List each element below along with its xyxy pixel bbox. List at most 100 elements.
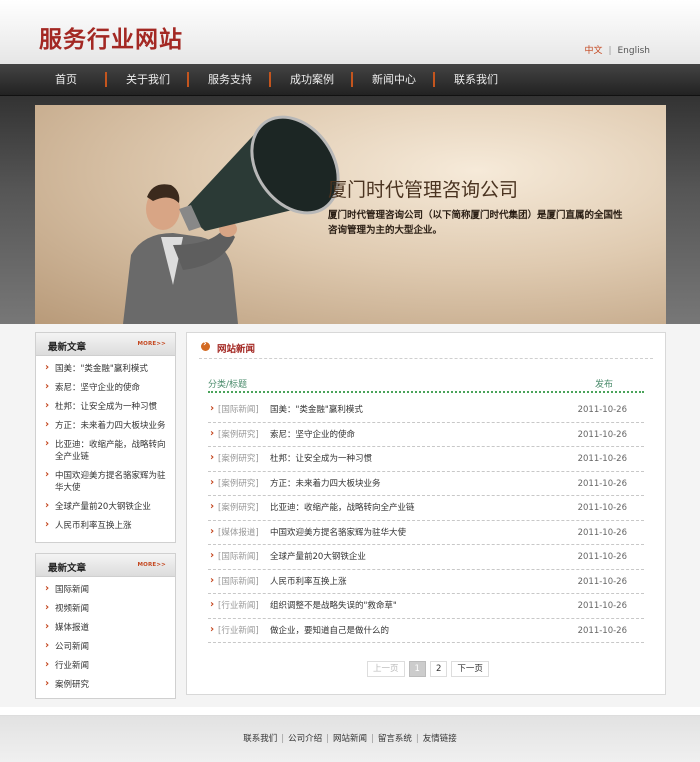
- row-category[interactable]: [案例研究]: [218, 447, 259, 471]
- news-table-header: 分类/标题 发布: [208, 377, 644, 393]
- banner-description: 厦门时代管理咨询公司（以下简称厦门时代集团）是厦门直属的全国性咨询管理为主的大型…: [328, 210, 623, 236]
- footer-separator: |: [281, 734, 285, 744]
- list-item[interactable]: 杜邦：让安全成为一种习惯: [44, 400, 169, 413]
- list-item[interactable]: 人民币利率互换上涨: [44, 519, 169, 532]
- banner-title: 厦门时代管理咨询公司: [328, 179, 519, 201]
- row-date: 2011-10-26: [577, 478, 627, 489]
- row-date: 2011-10-26: [577, 429, 627, 440]
- row-category[interactable]: [行业新闻]: [218, 594, 259, 618]
- main-nav: 首页 关于我们 服务支持 成功案例 新闻中心 联系我们: [0, 64, 700, 96]
- row-title-link[interactable]: 组织调整不是战略失误的"救命草": [270, 594, 397, 618]
- footer-link-news[interactable]: 网站新闻: [333, 734, 367, 744]
- row-category[interactable]: [国际新闻]: [218, 545, 259, 569]
- row-title-link[interactable]: 中国欢迎美方提名骆家辉为驻华大使: [270, 521, 406, 545]
- sidebar-header: 最新文章 MORE>>: [36, 554, 175, 577]
- chevron-right-icon: ›: [210, 574, 215, 586]
- row-category[interactable]: [行业新闻]: [218, 619, 259, 643]
- nav-item-about[interactable]: 关于我们: [107, 64, 189, 96]
- row-title-link[interactable]: 杜邦：让安全成为一种习惯: [270, 447, 372, 471]
- row-category[interactable]: [案例研究]: [218, 472, 259, 496]
- banner-area: 厦门时代管理咨询公司 厦门时代管理咨询公司（以下简称厦门时代集团）是厦门直属的全…: [0, 96, 700, 324]
- footer-links: 联系我们 | 公司介绍 | 网站新闻 | 留言系统 | 友情链接: [0, 732, 700, 744]
- row-category[interactable]: [案例研究]: [218, 496, 259, 520]
- prev-page-button[interactable]: 上一页: [367, 661, 405, 677]
- pagination: 上一页 1 2 下一页: [367, 661, 489, 677]
- column-header-date: 发布: [594, 380, 613, 390]
- row-category[interactable]: [国际新闻]: [218, 570, 259, 594]
- table-row: › [案例研究] 杜邦：让安全成为一种习惯 2011-10-26: [208, 447, 644, 472]
- nav-item-home[interactable]: 首页: [36, 64, 107, 96]
- row-date: 2011-10-26: [577, 552, 627, 562]
- sidebar-list: 国际新闻 视频新闻 媒体报道 公司新闻 行业新闻 案例研究: [36, 577, 175, 702]
- row-category[interactable]: [案例研究]: [218, 423, 259, 447]
- list-item[interactable]: 索尼：坚守企业的使命: [44, 381, 169, 394]
- chevron-right-icon: ›: [210, 476, 215, 488]
- nav-item-news[interactable]: 新闻中心: [353, 64, 435, 96]
- nav-item-contact[interactable]: 联系我们: [435, 64, 517, 96]
- footer-link-about[interactable]: 公司介绍: [288, 734, 322, 744]
- list-item[interactable]: 全球产量前20大钢铁企业: [44, 500, 169, 513]
- list-item[interactable]: 公司新闻: [44, 640, 169, 653]
- chevron-right-icon: ›: [210, 623, 215, 635]
- table-row: › [国际新闻] 国美："类金融"赢利模式 2011-10-26: [208, 398, 644, 423]
- row-title-link[interactable]: 人民币利率互换上涨: [270, 570, 347, 594]
- row-date: 2011-10-26: [577, 503, 627, 513]
- chevron-right-icon: ›: [210, 525, 215, 537]
- chevron-right-icon: ›: [210, 599, 215, 610]
- footer-link-guestbook[interactable]: 留言系统: [378, 734, 412, 744]
- row-date: 2011-10-26: [577, 625, 627, 636]
- more-link[interactable]: MORE>>: [137, 562, 166, 568]
- more-link[interactable]: MORE>>: [137, 341, 166, 347]
- list-item[interactable]: 国际新闻: [44, 583, 169, 596]
- table-row: › [案例研究] 比亚迪：收缩产能，战略转向全产业链 2011-10-26: [208, 496, 644, 521]
- column-header-category: 分类/标题: [208, 380, 248, 390]
- footer-separator: |: [415, 734, 419, 744]
- nav-item-support[interactable]: 服务支持: [189, 64, 271, 96]
- bullet-arrow-icon: [201, 339, 210, 351]
- footer-link-friends[interactable]: 友情链接: [423, 734, 457, 744]
- list-item[interactable]: 案例研究: [44, 678, 169, 691]
- footer-separator: |: [371, 734, 374, 744]
- sidebar-header: 最新文章 MORE>>: [36, 333, 175, 356]
- list-item[interactable]: 国美："类金融"赢利模式: [44, 362, 169, 375]
- footer-link-contact[interactable]: 联系我们: [243, 734, 277, 744]
- row-date: 2011-10-26: [577, 527, 627, 538]
- list-item[interactable]: 视频新闻: [44, 602, 169, 615]
- row-title-link[interactable]: 全球产量前20大钢铁企业: [270, 545, 366, 569]
- chevron-right-icon: ›: [210, 427, 215, 439]
- list-item[interactable]: 媒体报道: [44, 621, 169, 634]
- megaphone-man-illustration: [123, 115, 340, 324]
- next-page-button[interactable]: 下一页: [451, 661, 489, 677]
- table-row: › [媒体报道] 中国欢迎美方提名骆家辉为驻华大使 2011-10-26: [208, 521, 644, 545]
- table-row: › [行业新闻] 组织调整不是战略失误的"救命草" 2011-10-26: [208, 594, 644, 619]
- footer-separator: |: [326, 734, 329, 744]
- row-category[interactable]: [媒体报道]: [218, 521, 259, 545]
- list-item[interactable]: 比亚迪：收缩产能，战略转向全产业链: [44, 438, 169, 463]
- row-title-link[interactable]: 做企业，要知道自己是做什么的: [270, 619, 389, 643]
- row-title-link[interactable]: 国美："类金融"赢利模式: [270, 398, 363, 422]
- row-title-link[interactable]: 索尼：坚守企业的使命: [270, 423, 355, 447]
- sidebar-title: 最新文章: [48, 563, 87, 574]
- row-title-link[interactable]: 方正：未来着力四大板块业务: [270, 472, 381, 496]
- row-date: 2011-10-26: [577, 601, 627, 611]
- table-row: › [案例研究] 方正：未来着力四大板块业务 2011-10-26: [208, 472, 644, 496]
- lang-chinese-link[interactable]: 中文: [584, 46, 602, 56]
- row-category[interactable]: [国际新闻]: [218, 398, 259, 422]
- page-2-button[interactable]: 2: [429, 661, 448, 677]
- nav-item-cases[interactable]: 成功案例: [271, 64, 353, 96]
- lang-separator: |: [608, 46, 612, 56]
- main-area: 最新文章 MORE>> 国美："类金融"赢利模式 索尼：坚守企业的使命 杜邦：让…: [0, 324, 700, 707]
- list-item[interactable]: 方正：未来着力四大板块业务: [44, 419, 169, 432]
- language-switcher: 中文 | English: [584, 43, 650, 56]
- news-panel-header: 网站新闻: [199, 339, 653, 359]
- lang-english-link[interactable]: English: [618, 46, 651, 56]
- site-logo[interactable]: 服务行业网站: [39, 20, 183, 54]
- list-item[interactable]: 中国欢迎美方提名骆家辉为驻华大使: [44, 469, 169, 494]
- news-panel: 网站新闻 分类/标题 发布 ›[国际新闻]国美："类金融"赢利模式2011-10…: [186, 332, 666, 695]
- row-date: 2011-10-26: [577, 405, 627, 415]
- chevron-right-icon: ›: [210, 452, 215, 463]
- page-1-button[interactable]: 1: [408, 661, 426, 677]
- list-item[interactable]: 行业新闻: [44, 659, 169, 672]
- row-title-link[interactable]: 比亚迪：收缩产能，战略转向全产业链: [270, 496, 415, 520]
- table-row: › [行业新闻] 做企业，要知道自己是做什么的 2011-10-26: [208, 619, 644, 643]
